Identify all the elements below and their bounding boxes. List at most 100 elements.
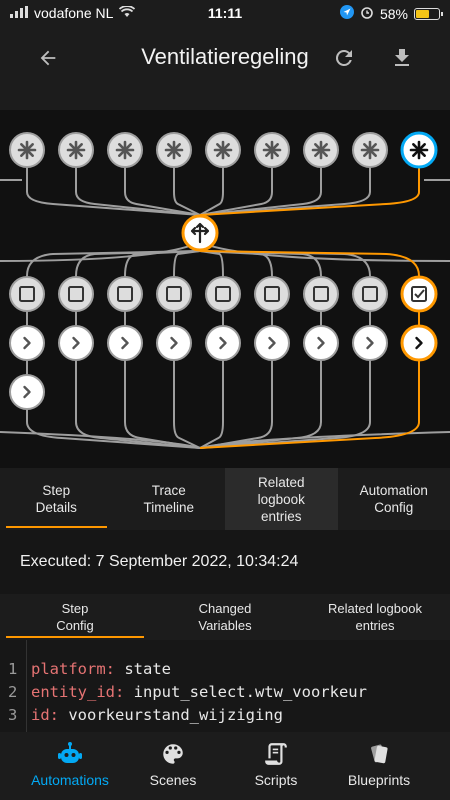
nav-blueprints[interactable]: Blueprints bbox=[324, 740, 434, 788]
palette-icon bbox=[118, 740, 228, 768]
graph-edge bbox=[199, 168, 371, 216]
tab-0[interactable]: Step Details bbox=[0, 468, 113, 530]
tab-1[interactable]: Changed Variables bbox=[150, 594, 300, 640]
action-node[interactable] bbox=[400, 324, 438, 362]
condition-node[interactable] bbox=[9, 276, 45, 312]
app-bar: Ventilatieregeling bbox=[0, 26, 450, 90]
action-node[interactable] bbox=[352, 325, 388, 361]
tab-label: Automation Config bbox=[359, 483, 428, 515]
nav-automations[interactable]: Automations bbox=[15, 740, 125, 788]
condition-node[interactable] bbox=[254, 276, 290, 312]
graph-edge bbox=[124, 361, 201, 449]
code-text: id: voorkeurstand_wijziging bbox=[31, 706, 283, 724]
code-key: id: bbox=[31, 706, 59, 724]
code-key: platform: bbox=[31, 660, 115, 678]
asterisk-icon bbox=[262, 140, 282, 160]
action-node[interactable] bbox=[58, 325, 94, 361]
condition-node[interactable] bbox=[352, 276, 388, 312]
code-line: 2 entity_id: input_select.wtw_voorkeur bbox=[0, 683, 450, 707]
detail-tabs: Step Config Changed Variables Related logb… bbox=[0, 594, 450, 640]
tab-label: Step Config bbox=[56, 601, 94, 633]
battery-fill bbox=[416, 9, 429, 18]
line-number: 2 bbox=[8, 683, 18, 701]
asterisk-icon bbox=[66, 140, 86, 160]
script-icon bbox=[221, 740, 331, 768]
condition-node[interactable] bbox=[303, 276, 339, 312]
nav-label: Scripts bbox=[254, 772, 298, 788]
graph-edge bbox=[199, 361, 273, 449]
action-node[interactable] bbox=[156, 325, 192, 361]
status-bar: vodafone NL 11:11 58% bbox=[0, 0, 450, 26]
asterisk-icon bbox=[17, 140, 37, 160]
download-button[interactable] bbox=[386, 42, 418, 74]
condition-node[interactable] bbox=[156, 276, 192, 312]
graph-edge bbox=[199, 168, 224, 216]
graph-edge bbox=[173, 361, 201, 449]
refresh-button[interactable] bbox=[328, 42, 360, 74]
action-node[interactable] bbox=[303, 325, 339, 361]
battery-percent: 58% bbox=[379, 5, 408, 22]
line-number: 1 bbox=[8, 660, 18, 678]
code-key: entity_id: bbox=[31, 683, 125, 701]
code-line: 1 platform: state bbox=[0, 660, 450, 684]
graph-edge bbox=[199, 168, 420, 216]
status-right: 58% bbox=[339, 5, 443, 22]
tab-2[interactable]: Related logbook entries bbox=[300, 594, 450, 640]
action-node[interactable] bbox=[9, 325, 45, 361]
graph-edge bbox=[199, 361, 322, 449]
trace-graph-canvas bbox=[0, 131, 450, 449]
asterisk-icon bbox=[311, 140, 331, 160]
graph-edge bbox=[199, 361, 224, 449]
code-value: input_select.wtw_voorkeur bbox=[124, 683, 367, 701]
graph-edge bbox=[75, 361, 201, 449]
graph-edge bbox=[199, 250, 224, 277]
robot-icon bbox=[15, 740, 125, 768]
nav-scenes[interactable]: Scenes bbox=[118, 740, 228, 788]
nav-label: Scenes bbox=[149, 772, 197, 788]
tab-label: Changed Variables bbox=[198, 601, 252, 633]
condition-node[interactable] bbox=[107, 276, 143, 312]
condition-node[interactable] bbox=[205, 276, 241, 312]
action-node[interactable] bbox=[254, 325, 290, 361]
bottom-navigation: Automations Scenes Scripts Blueprints bbox=[0, 732, 450, 800]
tab-1[interactable]: Trace Timeline bbox=[113, 468, 226, 530]
executed-text: Executed: 7 September 2022, 10:34:24 bbox=[20, 553, 299, 570]
code-text: entity_id: input_select.wtw_voorkeur bbox=[31, 683, 367, 701]
page-title: Ventilatieregeling bbox=[141, 44, 309, 69]
asterisk-icon bbox=[409, 140, 429, 160]
refresh-icon bbox=[335, 49, 352, 66]
condition-node[interactable] bbox=[400, 275, 438, 313]
asterisk-icon bbox=[164, 140, 184, 160]
nav-scripts[interactable]: Scripts bbox=[221, 740, 331, 788]
active-tab-indicator bbox=[6, 636, 144, 638]
tab-3[interactable]: Automation Config bbox=[338, 468, 450, 530]
download-icon bbox=[395, 49, 409, 66]
blueprint-icon bbox=[324, 740, 434, 768]
action-node[interactable] bbox=[107, 325, 143, 361]
asterisk-icon bbox=[360, 140, 380, 160]
asterisk-icon bbox=[115, 140, 135, 160]
code-value: state bbox=[115, 660, 171, 678]
condition-node[interactable] bbox=[58, 276, 94, 312]
graph-edge bbox=[173, 168, 201, 216]
header-divider bbox=[0, 90, 450, 111]
asterisk-icon bbox=[213, 140, 233, 160]
action-node[interactable] bbox=[9, 374, 45, 410]
nav-label: Blueprints bbox=[347, 772, 411, 788]
graph-edge bbox=[173, 250, 201, 277]
code-line: 3 id: voorkeurstand_wijziging bbox=[0, 706, 450, 730]
battery-icon bbox=[414, 7, 443, 20]
tab-label: Trace Timeline bbox=[143, 483, 194, 515]
trace-graph bbox=[0, 110, 450, 468]
code-value: voorkeurstand_wijziging bbox=[59, 706, 283, 724]
code-editor[interactable]: 1 platform: state 2 entity_id: input_sel… bbox=[0, 640, 450, 732]
alarm-icon bbox=[360, 5, 374, 22]
tab-2[interactable]: Related logbook entries bbox=[225, 468, 338, 530]
active-tab-indicator bbox=[6, 526, 107, 528]
action-node[interactable] bbox=[205, 325, 241, 361]
tab-label: Step Details bbox=[35, 483, 77, 515]
executed-panel: Executed: 7 September 2022, 10:34:24 bbox=[0, 530, 450, 594]
tab-0[interactable]: Step Config bbox=[0, 594, 150, 640]
tab-label: Related logbook entries bbox=[257, 474, 305, 524]
line-number: 3 bbox=[8, 706, 18, 724]
